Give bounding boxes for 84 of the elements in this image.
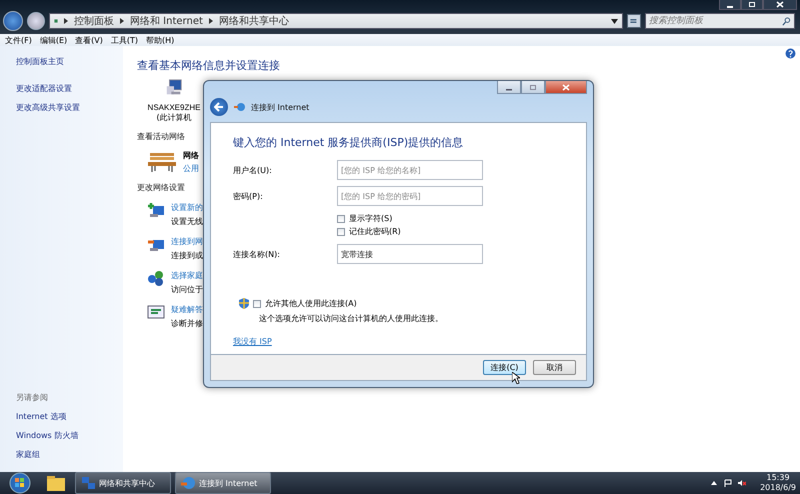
minimize-button[interactable]: [719, 0, 741, 10]
input-field[interactable]: [您的 ISP 给您的名称]: [337, 160, 483, 180]
breadcrumb-item[interactable]: 网络和 Internet: [130, 14, 203, 28]
connect-button[interactable]: 连接(C): [483, 360, 526, 375]
field-label: 连接名称(N):: [233, 248, 281, 260]
task-description: 访问位于: [171, 284, 203, 295]
task-description: 设置无线: [171, 216, 203, 227]
close-button[interactable]: [763, 0, 797, 10]
sidebar-link[interactable]: Windows 防火墙: [16, 430, 123, 441]
menu-item[interactable]: 文件(F): [5, 34, 32, 46]
back-button[interactable]: [210, 98, 228, 116]
address-bar[interactable]: 控制面板 网络和 Internet 网络和共享中心: [49, 13, 623, 29]
dialog-heading: 键入您的 Internet 服务提供商(ISP)提供的信息: [233, 135, 464, 150]
sidebar-link[interactable]: 家庭组: [16, 449, 123, 460]
isp-link[interactable]: 我没有 ISP: [233, 336, 272, 347]
taskbar-button[interactable]: 网络和共享中心: [75, 472, 171, 494]
input-field[interactable]: 宽带连接: [337, 244, 483, 264]
task-link[interactable]: 疑难解答: [171, 304, 203, 315]
search-icon: [782, 16, 791, 26]
task-link[interactable]: 连接到网: [171, 236, 203, 247]
globe-icon: [181, 476, 195, 490]
bench-icon: [147, 151, 177, 173]
computer-name: NSAKXE9ZHE: [148, 103, 200, 112]
computer-icon: [164, 79, 184, 97]
breadcrumb-item[interactable]: 网络和共享中心: [218, 14, 289, 28]
task-description: 诊断并修: [171, 318, 203, 329]
task-link[interactable]: 设置新的: [171, 202, 203, 213]
close-icon: [562, 84, 570, 90]
sidebar-link[interactable]: Internet 选项: [16, 411, 123, 422]
sidebar-link[interactable]: 更改高级共享设置: [16, 102, 123, 113]
network-computer-icon: [147, 202, 165, 218]
option-description: 这个选项允许可以访问这台计算机的人使用此连接。: [259, 313, 444, 324]
sidebar-link[interactable]: 更改适配器设置: [16, 83, 123, 94]
flag-icon[interactable]: [724, 479, 732, 487]
minimize-button[interactable]: [497, 81, 521, 94]
speaker-muted-icon[interactable]: [738, 479, 746, 487]
computer-note: (此计算机: [156, 112, 192, 123]
chevron-icon: [64, 18, 68, 24]
section-heading: 更改网络设置: [137, 182, 186, 193]
mouse-cursor-icon: [512, 372, 520, 384]
task-link[interactable]: 选择家庭: [171, 270, 203, 281]
maximize-icon: [748, 1, 756, 8]
dialog-title: 连接到 Internet: [251, 102, 310, 112]
sidebar-link[interactable]: 控制面板主页: [16, 56, 123, 67]
menu-item[interactable]: 编辑(E): [40, 34, 68, 46]
back-arrow-icon: [214, 102, 224, 112]
folder-icon: [46, 474, 66, 492]
checkbox-label[interactable]: 显示字符(S): [349, 213, 392, 224]
field-label: 用户名(U):: [233, 164, 273, 176]
breadcrumb-item[interactable]: 控制面板: [74, 14, 114, 28]
page-title: 查看基本网络信息并设置连接: [137, 58, 281, 73]
forward-button[interactable]: [27, 12, 45, 30]
windows-logo-icon: [9, 472, 31, 494]
cancel-button[interactable]: 取消: [533, 360, 576, 375]
menu-item[interactable]: 帮助(H): [146, 34, 174, 46]
checkbox[interactable]: [337, 214, 345, 222]
help-icon[interactable]: [785, 48, 796, 59]
network-type-link[interactable]: 公用: [183, 163, 199, 174]
field-label: 密码(P):: [233, 190, 264, 202]
maximize-icon: [529, 84, 537, 90]
menu-item[interactable]: 查看(V): [75, 34, 103, 46]
shield-icon: [239, 298, 249, 309]
taskbar-button[interactable]: 连接到 Internet: [175, 472, 271, 494]
troubleshoot-icon: [147, 304, 165, 320]
close-icon: [776, 1, 784, 8]
task-description: 连接到或: [171, 250, 203, 261]
clock-time: 15:39: [766, 473, 790, 483]
chevron-icon: [120, 18, 124, 24]
checkbox[interactable]: [253, 300, 261, 308]
section-title: 另请参阅: [16, 392, 49, 403]
clock-date: 2018/6/9: [760, 483, 796, 493]
checkbox[interactable]: [337, 228, 345, 236]
menu-item[interactable]: 工具(T): [110, 34, 138, 46]
homegroup-icon: [147, 270, 165, 286]
globe-icon: [234, 102, 245, 112]
back-button[interactable]: [3, 11, 23, 31]
up-arrow-icon[interactable]: [710, 479, 718, 487]
checkbox-label[interactable]: 允许其他人使用此连接(A): [265, 298, 357, 309]
network-name: 网络: [183, 150, 199, 161]
input-field[interactable]: [您的 ISP 给您的密码]: [337, 186, 483, 206]
dropdown-icon[interactable]: [611, 18, 618, 24]
maximize-button[interactable]: [741, 0, 763, 10]
chevron-icon: [208, 18, 213, 24]
checkbox-label[interactable]: 记住此密码(R): [349, 226, 401, 237]
